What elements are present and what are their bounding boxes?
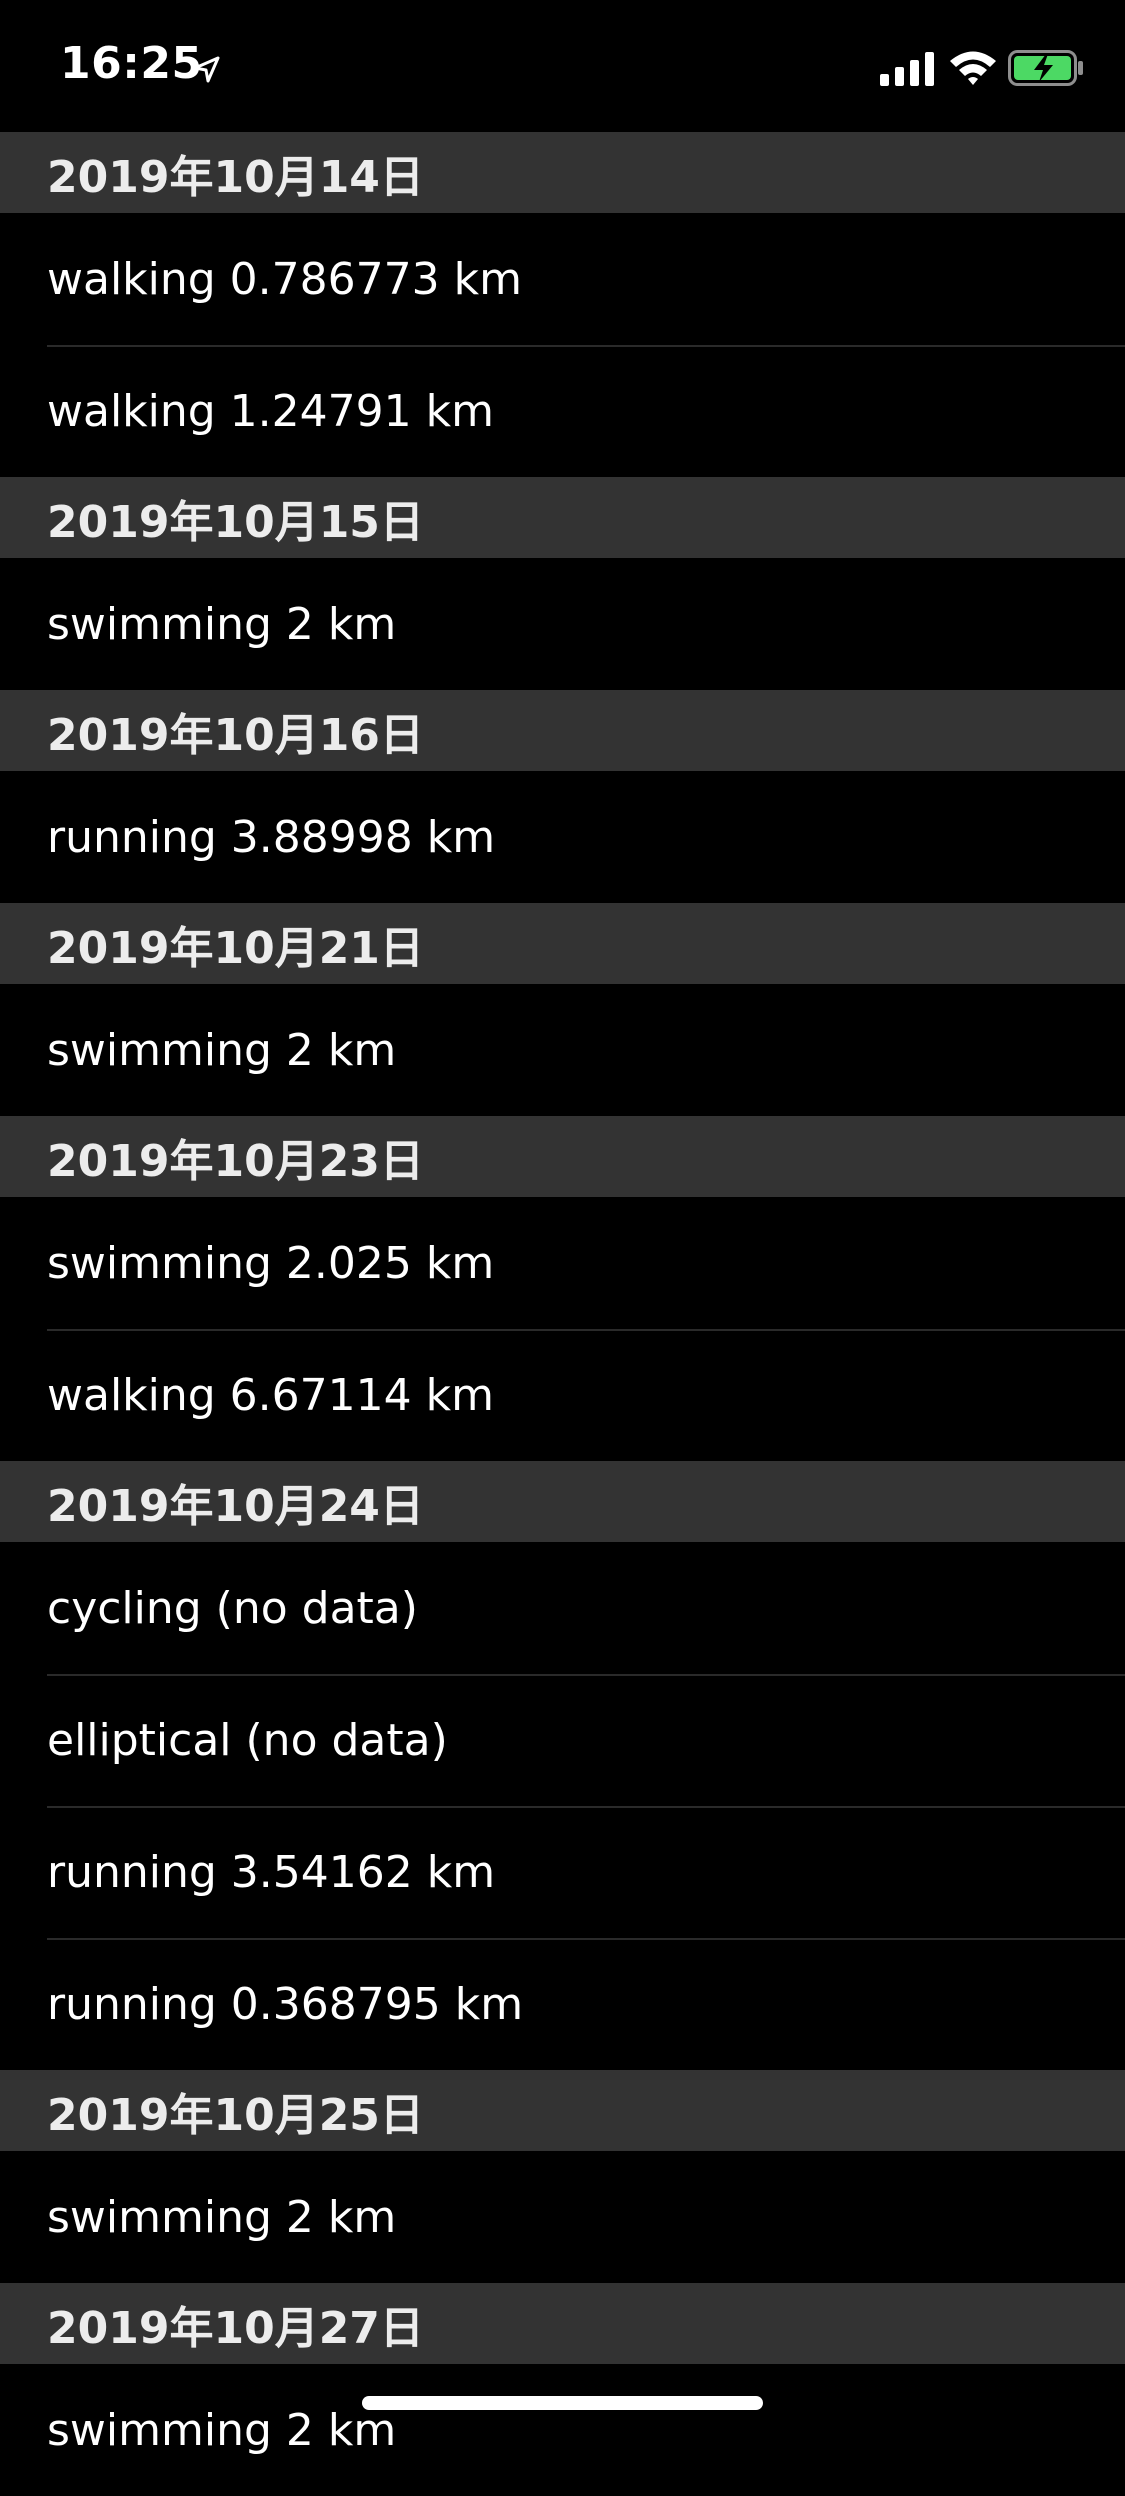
workout-label: swimming 2.025 km — [47, 1237, 495, 1289]
section-header-date: 2019年10月15日 — [0, 477, 1125, 558]
workout-label: swimming 2 km — [47, 2191, 397, 2243]
workout-label: swimming 2 km — [47, 2404, 397, 2456]
wifi-icon — [950, 51, 996, 85]
workout-row[interactable]: swimming 2 km — [0, 984, 1125, 1116]
workout-label: running 3.88998 km — [47, 811, 496, 863]
workout-row[interactable]: swimming 2 km — [0, 2151, 1125, 2283]
workout-row[interactable]: swimming 2 km — [0, 558, 1125, 690]
status-time: 16:25 — [60, 38, 203, 89]
battery-charging-icon — [1008, 50, 1083, 86]
cellular-signal-icon — [880, 52, 934, 86]
workout-label: walking 0.786773 km — [47, 253, 522, 305]
section-header-date: 2019年10月21日 — [0, 903, 1125, 984]
workout-row[interactable]: walking 0.786773 km — [0, 213, 1125, 345]
section-header-date: 2019年10月24日 — [0, 1461, 1125, 1542]
workout-label: elliptical (no data) — [47, 1714, 448, 1766]
workout-label: running 0.368795 km — [47, 1978, 524, 2030]
workout-row[interactable]: walking 6.67114 km — [0, 1329, 1125, 1461]
workout-row[interactable]: running 0.368795 km — [0, 1938, 1125, 2070]
workout-row[interactable]: elliptical (no data) — [0, 1674, 1125, 1806]
workout-label: walking 1.24791 km — [47, 385, 494, 437]
workout-row[interactable]: running 3.54162 km — [0, 1806, 1125, 1938]
workout-label: swimming 2 km — [47, 1024, 397, 1076]
workout-label: running 3.54162 km — [47, 1846, 496, 1898]
workout-row[interactable]: swimming 2 km — [0, 2364, 1125, 2496]
section-header-date: 2019年10月23日 — [0, 1116, 1125, 1197]
workout-row[interactable]: walking 1.24791 km — [0, 345, 1125, 477]
status-bar: 16:25 — [0, 0, 1125, 132]
section-header-date: 2019年10月14日 — [0, 132, 1125, 213]
workout-label: swimming 2 km — [47, 598, 397, 650]
workout-label: cycling (no data) — [47, 1582, 418, 1634]
location-arrow-icon — [193, 56, 220, 83]
workout-row[interactable]: running 3.88998 km — [0, 771, 1125, 903]
section-header-date: 2019年10月25日 — [0, 2070, 1125, 2151]
workout-row[interactable]: swimming 2.025 km — [0, 1197, 1125, 1329]
home-indicator[interactable] — [362, 2396, 763, 2410]
workout-list[interactable]: 2019年10月14日 walking 0.786773 km walking 1.… — [0, 132, 1125, 2496]
workout-label: walking 6.67114 km — [47, 1369, 494, 1421]
section-header-date: 2019年10月16日 — [0, 690, 1125, 771]
section-header-date: 2019年10月27日 — [0, 2283, 1125, 2364]
workout-row[interactable]: cycling (no data) — [0, 1542, 1125, 1674]
